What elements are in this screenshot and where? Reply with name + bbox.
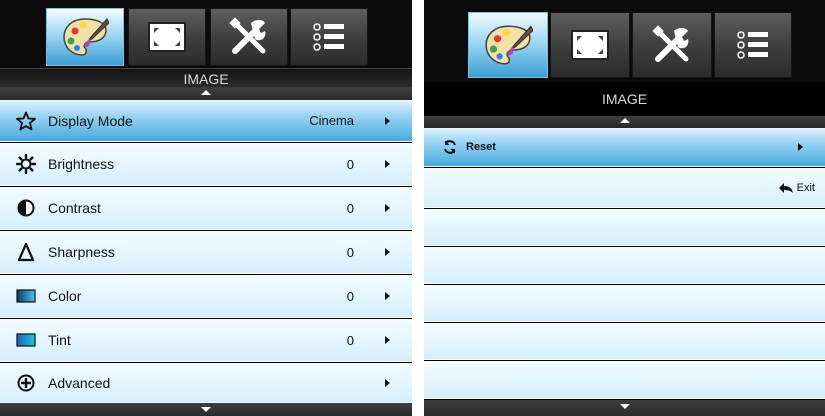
empty-row [424,361,825,399]
left-osd-panel: IMAGE Display Mode Cinema Brightness 0 C… [0,0,412,416]
menu-item-value: 0 [346,200,354,216]
menu-item-sharpness[interactable]: Sharpness 0 [0,231,412,274]
menu-item-brightness[interactable]: Brightness 0 [0,143,412,186]
arrow-right-icon [385,336,390,344]
empty-row [424,209,825,246]
menu-item-tint[interactable]: Tint 0 [0,319,412,362]
right-osd-panel: IMAGE Reset Exit [424,0,825,416]
tab-setup[interactable] [632,12,712,78]
brightness-icon [16,154,36,174]
menu-item-label: Contrast [48,200,101,216]
arrow-right-icon [798,143,803,151]
list-icon [313,23,344,51]
contrast-icon [16,198,36,218]
exit-button[interactable]: Exit [778,181,815,194]
arrow-down-icon [201,407,211,412]
tab-display[interactable] [550,12,630,78]
menu-item-contrast[interactable]: Contrast 0 [0,187,412,230]
palette-icon [485,25,533,65]
arrow-right-icon [385,204,390,212]
menu-item-label: Brightness [48,156,115,172]
menu-item-display-mode[interactable]: Display Mode Cinema [0,100,412,142]
exit-label: Exit [796,181,815,194]
scroll-up-button[interactable] [424,116,825,128]
menu-item-label: Color [48,288,82,304]
palette-icon [63,18,109,56]
menu-title: IMAGE [0,68,412,88]
scroll-up-button[interactable] [0,88,412,100]
menu-item-label: Advanced [48,374,111,391]
tab-bar [424,0,825,82]
arrow-down-icon [619,404,630,409]
reset-icon [440,137,460,157]
menu-title: IMAGE [424,84,825,116]
menu-item-value: 0 [346,156,354,172]
arrow-right-icon [385,378,390,387]
tint-icon [16,330,36,350]
back-arrow-icon [778,182,793,193]
menu-item-reset[interactable]: Reset [424,128,825,167]
arrow-right-icon [385,292,390,300]
list-icon [737,31,768,59]
empty-row [424,285,825,322]
arrow-right-icon [385,116,390,125]
star-icon [16,111,36,131]
exit-row[interactable]: Exit [424,168,825,208]
color-icon [16,286,36,306]
tab-image[interactable] [468,12,548,78]
menu-item-value: 0 [346,288,354,304]
tab-bar [0,0,412,68]
tab-options[interactable] [714,12,792,78]
menu-item-label: Reset [466,141,496,153]
sharpness-icon [16,242,36,262]
tools-icon [652,25,689,62]
arrow-right-icon [385,248,390,256]
menu-item-advanced[interactable]: Advanced [0,363,412,403]
display-frame-icon [571,30,609,60]
arrow-up-icon [201,90,211,95]
menu-item-value: Cinema [309,113,354,128]
menu-item-value: 0 [346,332,354,348]
tab-display[interactable] [128,8,206,66]
scroll-down-button[interactable] [0,403,412,416]
tab-setup[interactable] [210,8,288,66]
scroll-down-button[interactable] [424,400,825,416]
menu-item-label: Display Mode [48,112,133,129]
arrow-right-icon [385,160,390,168]
menu-item-value: 0 [346,244,354,260]
display-frame-icon [148,22,186,52]
empty-row [424,323,825,360]
menu-item-color[interactable]: Color 0 [0,275,412,318]
tab-image[interactable] [46,8,124,66]
advanced-icon [16,373,36,393]
menu-item-label: Tint [48,332,71,348]
tools-icon [229,17,266,54]
empty-row [424,247,825,284]
tab-options[interactable] [290,8,368,66]
arrow-up-icon [619,118,630,123]
menu-item-label: Sharpness [48,244,115,260]
